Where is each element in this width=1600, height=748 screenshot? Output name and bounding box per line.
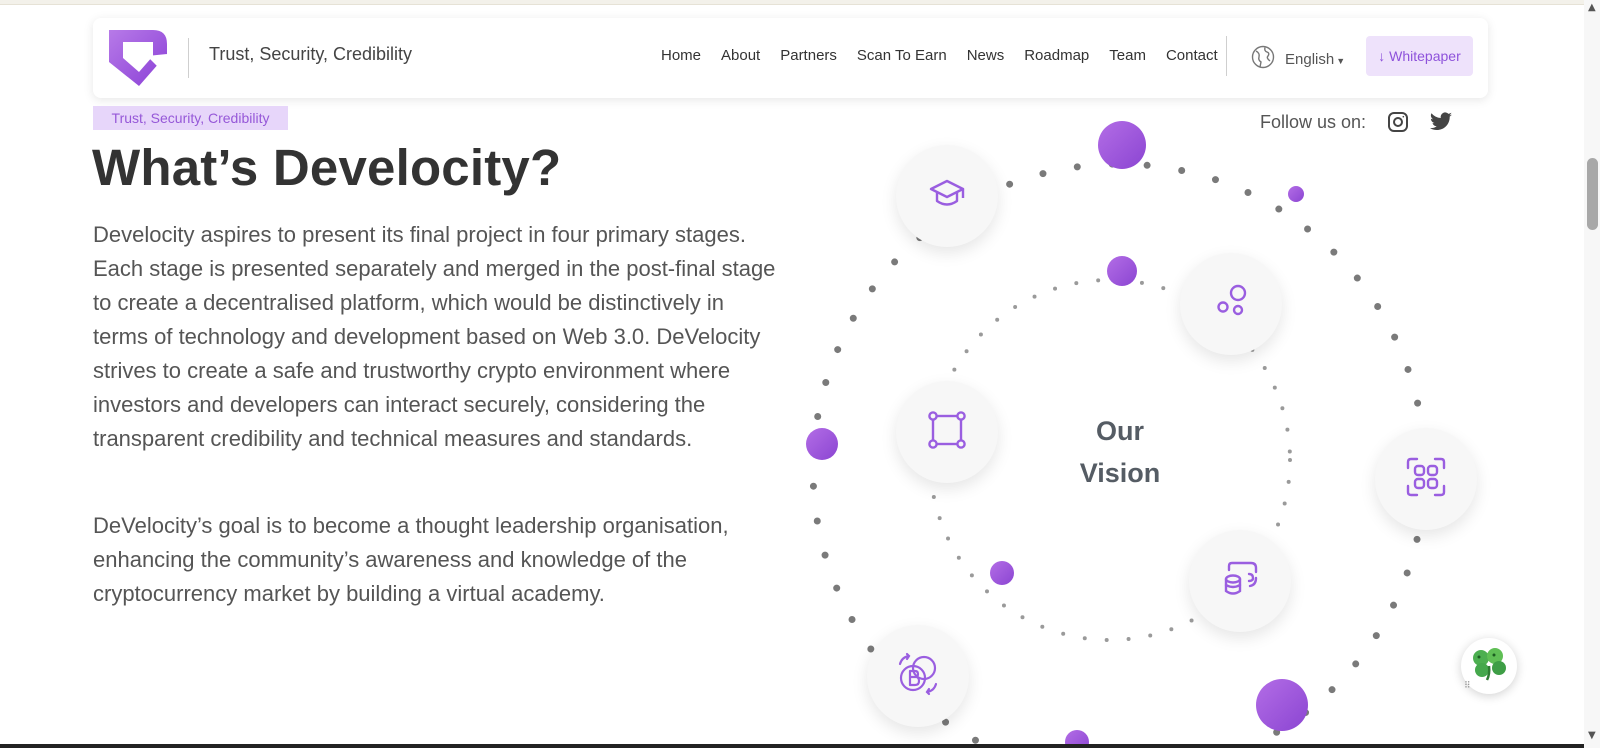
whitepaper-button[interactable]: ↓ Whitepaper bbox=[1366, 36, 1473, 76]
browser-bottom-bar bbox=[0, 744, 1584, 748]
graduation-cap-icon bbox=[927, 174, 967, 219]
nav-contact[interactable]: Contact bbox=[1166, 47, 1218, 64]
logo-divider bbox=[188, 38, 189, 78]
page-scrollbar[interactable] bbox=[1584, 0, 1600, 748]
develocity-logo[interactable] bbox=[107, 28, 169, 88]
platform-node[interactable] bbox=[896, 381, 998, 483]
orbit-orb bbox=[1098, 121, 1146, 169]
coins-transfer-icon bbox=[1219, 558, 1261, 605]
scrollbar-thumb[interactable] bbox=[1587, 158, 1598, 230]
orbit-orb bbox=[1288, 186, 1304, 202]
top-navbar: Trust, Security, Credibility Home About … bbox=[93, 18, 1488, 98]
nav-divider bbox=[1226, 36, 1227, 76]
nav-roadmap[interactable]: Roadmap bbox=[1024, 47, 1089, 64]
academy-node[interactable] bbox=[896, 145, 998, 247]
scroll-down-icon[interactable]: ▼ bbox=[1588, 731, 1596, 741]
nav-partners[interactable]: Partners bbox=[780, 47, 837, 64]
goal-paragraph: DeVelocity’s goal is to become a thought… bbox=[93, 513, 729, 606]
main-nav: Home About Partners Scan To Earn News Ro… bbox=[661, 47, 1218, 64]
language-label: English bbox=[1285, 50, 1335, 68]
community-node[interactable] bbox=[1180, 253, 1282, 355]
vision-line-2: Vision bbox=[1079, 458, 1161, 488]
nav-about[interactable]: About bbox=[721, 47, 760, 64]
orbit-orb bbox=[990, 561, 1014, 585]
clover-chat-icon bbox=[1469, 646, 1509, 687]
bitcoin-exchange-icon bbox=[896, 652, 940, 701]
nav-team[interactable]: Team bbox=[1109, 47, 1146, 64]
investors-node[interactable] bbox=[1189, 530, 1291, 632]
section-badge: Trust, Security, Credibility bbox=[93, 106, 288, 130]
nav-news[interactable]: News bbox=[967, 47, 1005, 64]
scroll-up-icon[interactable]: ▲ bbox=[1588, 3, 1596, 13]
vision-line-1: Our bbox=[1095, 416, 1144, 446]
intro-paragraph: Develocity aspires to present its final … bbox=[93, 222, 776, 451]
orbit-orb bbox=[1065, 730, 1089, 744]
browser-top-line bbox=[0, 0, 1584, 5]
globe-icon bbox=[1251, 45, 1275, 73]
header-tagline: Trust, Security, Credibility bbox=[209, 44, 413, 64]
apps-grid-icon bbox=[1405, 456, 1447, 503]
exchange-node[interactable] bbox=[867, 625, 969, 727]
bubbles-icon bbox=[1211, 282, 1251, 327]
vision-label: Our Vision bbox=[1070, 410, 1170, 494]
orbit-orb bbox=[1256, 679, 1308, 731]
apps-node[interactable] bbox=[1375, 428, 1477, 530]
drag-handle-icon[interactable]: ⠿ bbox=[1464, 680, 1471, 691]
nodes-square-icon bbox=[926, 409, 968, 456]
orbit-orb bbox=[806, 428, 838, 460]
nav-home[interactable]: Home bbox=[661, 47, 701, 64]
page-title: What’s Develocity? bbox=[92, 139, 562, 196]
language-selector[interactable]: English ▼ bbox=[1251, 45, 1345, 73]
nav-scan-to-earn[interactable]: Scan To Earn bbox=[857, 47, 947, 64]
chevron-down-icon: ▼ bbox=[1336, 55, 1346, 66]
orbit-orb bbox=[1107, 256, 1137, 286]
